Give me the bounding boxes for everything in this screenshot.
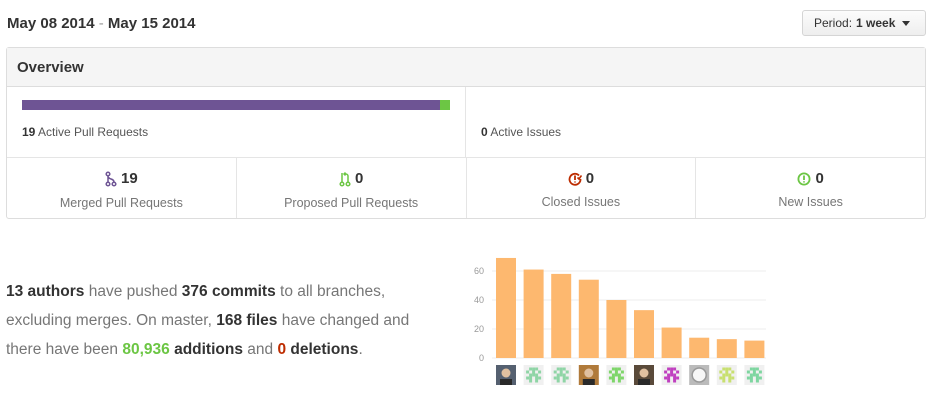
bar [523, 269, 544, 358]
authors-link[interactable]: 13 authors [6, 283, 84, 300]
issue-opened-icon [797, 172, 811, 185]
issue-closed-icon [568, 172, 582, 186]
active-pull-requests-section[interactable]: 19 Active Pull Requests [7, 87, 466, 157]
commits-count: 376 commits [181, 283, 276, 300]
stat-proposed-pull-requests[interactable]: 0 Proposed Pull Requests [237, 158, 467, 218]
git-pull-request-icon [339, 171, 351, 187]
active-pull-requests-count: 19 [22, 125, 36, 139]
pull-request-ratio-bar [22, 100, 450, 110]
y-tick-label: 0 [479, 353, 484, 363]
avatar-cat-4[interactable] [578, 365, 599, 385]
date-range: May 08 2014 - May 15 2014 [7, 15, 196, 32]
active-issues-section[interactable]: 0 Active Issues [466, 87, 925, 157]
date-start: May 08 2014 [7, 15, 95, 32]
avatar-photo-6[interactable] [634, 365, 654, 385]
files-count: 168 files [216, 312, 278, 329]
stat-new-issues[interactable]: 0 New Issues [696, 158, 925, 218]
y-tick-label: 20 [474, 324, 484, 334]
bar [634, 310, 654, 358]
new-issues-label: New Issues [778, 194, 843, 209]
period-label: Period: [814, 16, 853, 30]
active-issues-count: 0 [481, 125, 488, 139]
bar [606, 300, 627, 358]
stat-closed-issues[interactable]: 0 Closed Issues [467, 158, 697, 218]
bar [496, 257, 516, 358]
avatar-photo-1[interactable] [496, 365, 516, 385]
proposed-pull-requests-label: Proposed Pull Requests [284, 195, 419, 210]
avatar-identicon-9[interactable] [716, 365, 737, 385]
overview-panel: Overview 19 Active Pull Requests 0 Activ… [6, 47, 926, 219]
bar [716, 339, 737, 358]
closed-issues-label: Closed Issues [541, 194, 621, 209]
active-pull-requests-label: 19 Active Pull Requests [22, 125, 149, 139]
git-merge-icon [105, 170, 117, 187]
bar [661, 327, 682, 358]
proposed-pull-requests-value: 0 [354, 170, 364, 187]
merged-pull-requests-label: Merged Pull Requests [59, 195, 183, 210]
deletions-count: 0 [277, 341, 287, 358]
date-end: May 15 2014 [107, 15, 196, 32]
additions-count: 80,936 [122, 341, 170, 358]
bar [689, 337, 710, 358]
bar [744, 340, 765, 358]
date-separator: - [98, 15, 104, 32]
overview-title: Overview [7, 48, 925, 87]
new-issues-value: 0 [815, 170, 824, 187]
merged-pull-requests-value: 19 [121, 170, 138, 187]
avatar-identicon-5[interactable] [606, 365, 627, 385]
avatar-identicon-10[interactable] [744, 365, 765, 385]
commit-summary: 13 authors have pushed 376 commits to al… [6, 283, 410, 358]
y-tick-label: 40 [474, 295, 484, 305]
y-tick-label: 60 [474, 266, 484, 276]
avatar-octocat-8[interactable] [689, 365, 710, 385]
active-issues-label: 0 Active Issues [481, 125, 562, 139]
bar [551, 273, 572, 358]
period-value: 1 week [856, 16, 896, 30]
caret-down-icon [902, 20, 911, 26]
closed-issues-value: 0 [585, 170, 595, 187]
avatar-identicon-3[interactable] [551, 365, 572, 385]
bar [578, 279, 599, 358]
stat-merged-pull-requests[interactable]: 19 Merged Pull Requests [7, 158, 237, 218]
commits-by-author-chart: 0 20 40 60 [474, 257, 766, 385]
merged-bar-segment [22, 100, 441, 110]
avatar-identicon-2[interactable] [523, 365, 544, 385]
avatar-identicon-7[interactable] [661, 365, 682, 385]
open-bar-segment [440, 100, 450, 110]
period-select-button[interactable]: Period: 1 week [802, 10, 926, 36]
